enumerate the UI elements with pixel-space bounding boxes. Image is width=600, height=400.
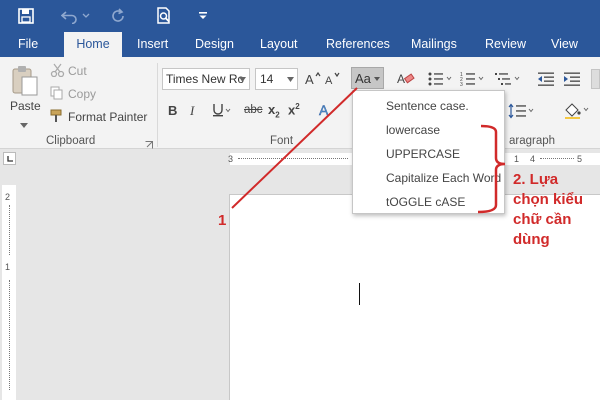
annotation-step-2: 2. Lựa chọn kiểu chữ cần dùng (513, 170, 583, 250)
annotation-step-2-line-4: dùng (513, 231, 550, 248)
annotation-arrow-line (231, 87, 358, 209)
annotation-step-2-line-1: 2. Lựa (513, 171, 559, 188)
annotation-overlay (231, 87, 506, 214)
annotation-step-2-line-3: chữ cần (513, 211, 572, 228)
annotation-step-2-line-2: chọn kiểu (513, 191, 584, 208)
annotation-step-1: 1 (218, 212, 227, 229)
annotation-bracket (477, 124, 506, 214)
